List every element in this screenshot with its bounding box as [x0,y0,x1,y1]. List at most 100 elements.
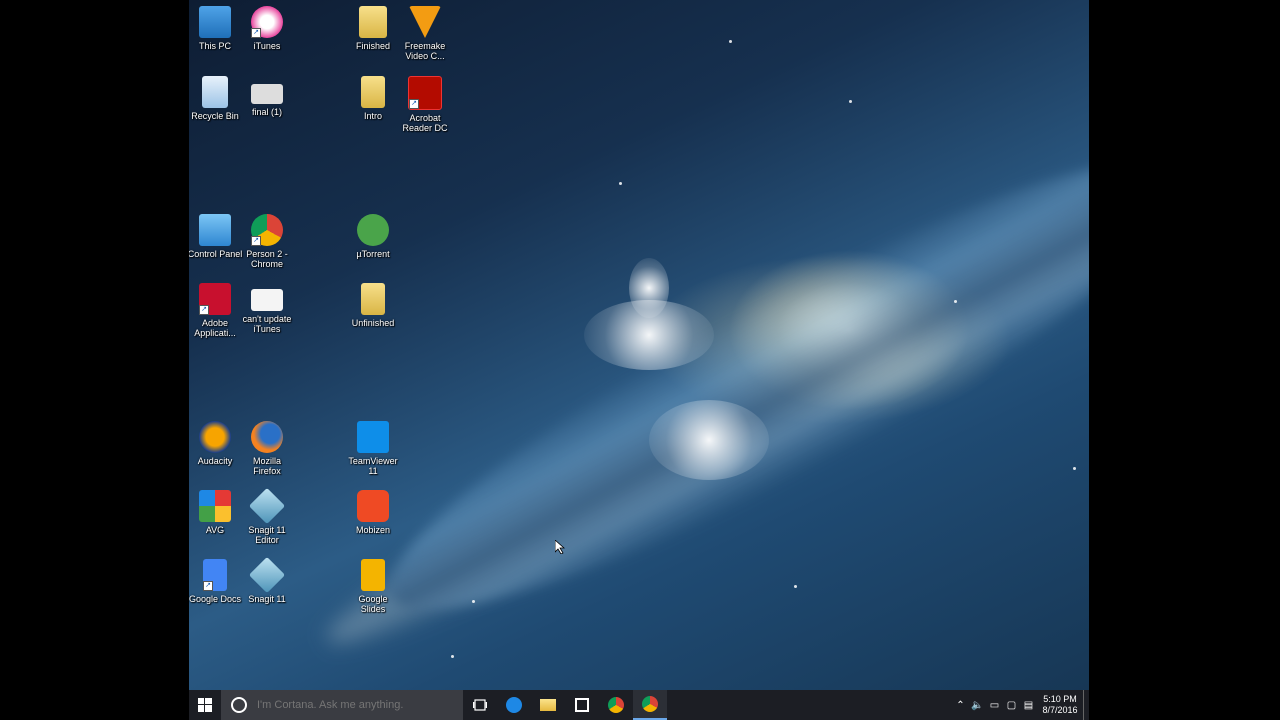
desktop-icon-this-pc[interactable]: This PC [189,0,243,51]
this-pc-icon [199,6,231,38]
chrome-taskbar-button[interactable] [599,690,633,720]
freemake-icon [409,6,441,38]
icon-label: Mobizen [355,525,391,535]
star [794,585,797,588]
chrome-person-taskbar-button[interactable] [633,690,667,720]
desktop-icon-firefox[interactable]: Mozilla Firefox [239,415,295,476]
file-explorer-icon [540,699,556,711]
start-button[interactable] [189,690,221,720]
language-icon[interactable]: ▢ [1003,700,1020,711]
cortana-search-box[interactable] [221,690,463,720]
taskbar: ⌃ 🔈 ▭ ▢ ▤ 5:10 PM 8/7/2016 [189,690,1089,720]
audacity-icon [199,421,231,453]
star [1073,467,1076,470]
icon-label: Freemake Video C... [404,41,446,61]
icon-label: Adobe Applicati... [194,318,236,338]
store-icon [575,698,589,712]
icon-label: Control Panel [189,249,243,259]
firefox-icon [251,421,283,453]
desktop-icon-recycle-bin[interactable]: Recycle Bin [189,70,243,121]
google-docs-icon: ↗ [203,559,227,591]
clock-time: 5:10 PM [1043,694,1077,704]
icon-label: Google Docs [189,594,242,604]
desktop-icon-acrobat[interactable]: ↗ Acrobat Reader DC [397,70,453,133]
desktop-icon-itunes[interactable]: ↗ iTunes [239,0,295,51]
teamviewer-icon [357,421,389,453]
icon-label: µTorrent [356,249,390,259]
icon-label: TeamViewer 11 [348,456,398,476]
icon-label: can't update iTunes [242,314,292,334]
desktop-icon-intro[interactable]: Intro [345,70,401,121]
icon-label: iTunes [253,41,281,51]
star [849,100,852,103]
chrome-icon: ↗ [251,214,283,246]
desktop-icon-finished[interactable]: Finished [345,0,401,51]
search-input[interactable] [255,698,459,712]
folder-icon [361,283,385,315]
desktop-icon-control-panel[interactable]: Control Panel [189,208,243,259]
chrome-icon [608,697,624,713]
volume-icon[interactable]: 🔈 [969,700,986,711]
store-taskbar-button[interactable] [565,690,599,720]
icon-label: Audacity [197,456,233,466]
icon-label: Acrobat Reader DC [402,113,448,133]
desktop-icon-google-slides[interactable]: Google Slides [345,553,401,614]
action-center-icon[interactable]: ▤ [1020,700,1037,711]
desktop-icon-teamviewer[interactable]: TeamViewer 11 [345,415,401,476]
icon-label: Finished [355,41,391,51]
desktop-icon-adobe-application[interactable]: ↗ Adobe Applicati... [189,277,243,338]
icon-label: Intro [363,111,382,121]
utorrent-icon [357,214,389,246]
star [954,300,957,303]
icon-label: Google Slides [358,594,388,614]
desktop-icon-freemake[interactable]: Freemake Video C... [397,0,453,61]
desktop-icon-snagit[interactable]: Snagit 11 [239,553,295,604]
task-view-button[interactable] [463,690,497,720]
desktop-icon-audacity[interactable]: Audacity [189,415,243,466]
desktop[interactable]: This PC ↗ iTunes Finished Freemake Video… [189,0,1089,720]
star [472,600,475,603]
image-file-icon [251,289,283,311]
snagit-icon [248,487,286,525]
clock[interactable]: 5:10 PM 8/7/2016 [1037,694,1083,716]
icon-label: Mozilla Firefox [252,456,281,476]
desktop-icon-cant-update-itunes[interactable]: can't update iTunes [239,277,295,334]
desktop-icon-avg[interactable]: AVG [189,484,243,535]
show-hidden-icons-chevron-icon[interactable]: ⌃ [952,700,969,711]
desktop-icon-snagit-editor[interactable]: Snagit 11 Editor [239,484,295,545]
desktop-icon-unfinished[interactable]: Unfinished [345,277,401,328]
icon-label: AVG [205,525,225,535]
galaxy-core [351,98,1089,672]
image-file-icon [251,84,283,104]
recycle-bin-icon [202,76,228,108]
mouse-cursor-icon [555,540,565,554]
google-slides-icon [361,559,385,591]
edge-icon [506,697,522,713]
desktop-icon-mobizen[interactable]: Mobizen [345,484,401,535]
desktop-icon-chrome-person-2[interactable]: ↗ Person 2 - Chrome [239,208,295,269]
icon-label: final (1) [251,107,282,117]
acrobat-icon: ↗ [408,76,442,110]
cortana-icon [231,697,247,713]
show-desktop-button[interactable] [1083,690,1089,720]
edge-taskbar-button[interactable] [497,690,531,720]
chrome-person-icon [642,696,658,712]
control-panel-icon [199,214,231,246]
avg-icon [199,490,231,522]
apple-logo-reflection [649,400,769,480]
star [451,655,454,658]
desktop-icon-utorrent[interactable]: µTorrent [345,208,401,259]
star [619,182,622,185]
windows-logo-icon [198,698,212,712]
mobizen-icon [357,490,389,522]
icon-label: Recycle Bin [191,111,239,121]
icon-label: Snagit 11 Editor [248,525,286,545]
apple-logo-glow-2 [584,300,714,370]
file-explorer-taskbar-button[interactable] [531,690,565,720]
desktop-icon-final-1[interactable]: final (1) [239,70,295,117]
icon-label: This PC [198,41,231,51]
star [729,40,732,43]
network-icon[interactable]: ▭ [986,700,1003,711]
icon-label: Person 2 - Chrome [246,249,288,269]
desktop-icon-google-docs[interactable]: ↗ Google Docs [189,553,243,604]
